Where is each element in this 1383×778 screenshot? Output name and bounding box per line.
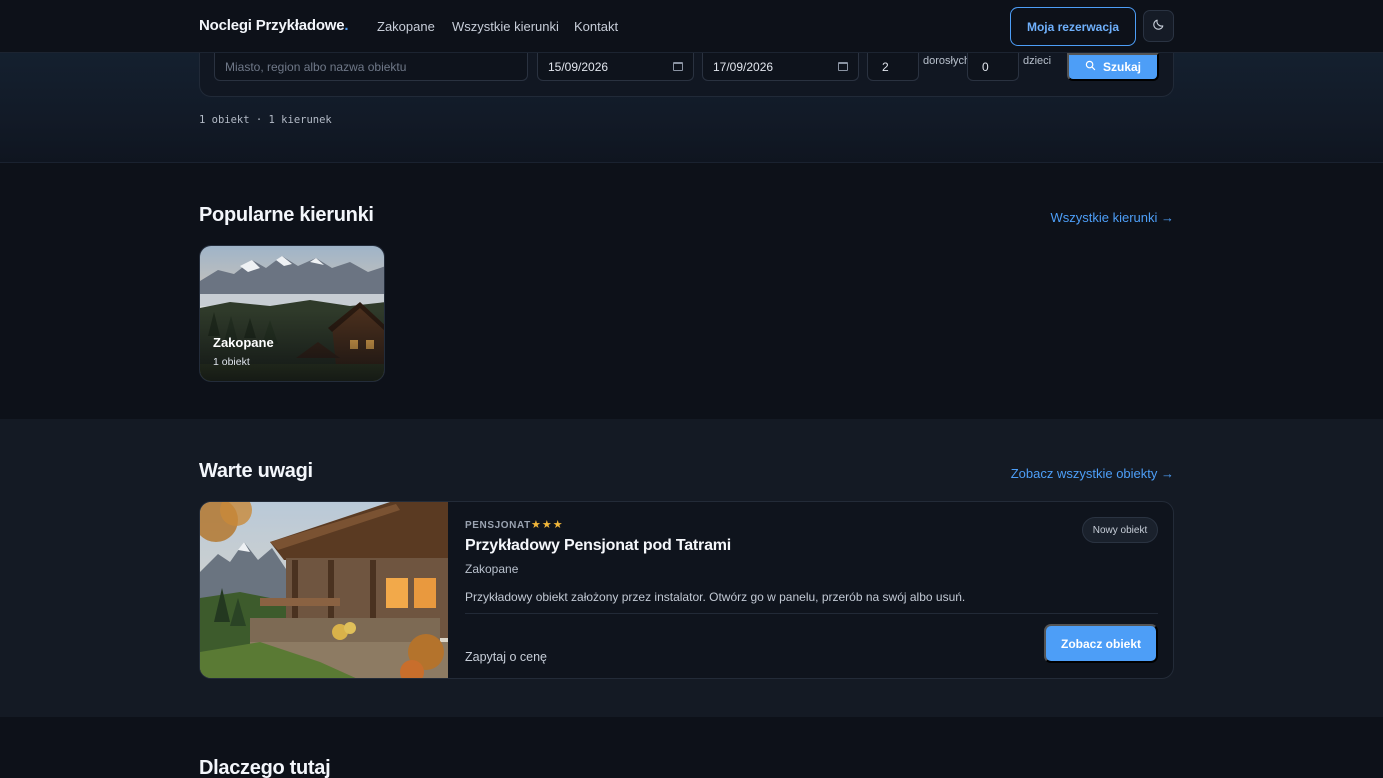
theme-toggle-button[interactable] — [1143, 10, 1174, 42]
destination-card[interactable]: Zakopane 1 obiekt — [199, 245, 385, 382]
property-type: PENSJONAT — [465, 520, 531, 531]
my-reservation-button[interactable]: Moja rezerwacja — [1010, 7, 1136, 46]
check-in-date-input[interactable]: 15/09/2026 — [537, 53, 694, 81]
calendar-icon — [838, 62, 848, 71]
nav-link-contact[interactable]: Kontakt — [574, 19, 618, 34]
new-property-badge: Nowy obiekt — [1082, 517, 1158, 543]
top-navigation: Noclegi Przykładowe. Zakopane Wszystkie … — [0, 0, 1383, 53]
property-card: PENSJONAT ★★★ Przykładowy Pensjonat pod … — [199, 501, 1174, 679]
location-input[interactable]: Miasto, region albo nazwa obiektu — [214, 53, 528, 81]
card-divider — [465, 613, 1158, 614]
why-section: Dlaczego tutaj — [0, 717, 1383, 778]
property-name[interactable]: Przykładowy Pensjonat pod Tatrami — [465, 537, 731, 555]
star-rating: ★★★ — [531, 519, 564, 531]
popular-destinations-section: Popularne kierunki Wszystkie kierunki → — [0, 163, 1383, 419]
results-summary: 1 obiekt · 1 kierunek — [199, 114, 332, 126]
section-title-popular: Popularne kierunki — [199, 204, 374, 226]
destination-count: 1 obiekt — [213, 356, 250, 368]
search-button[interactable]: Szukaj — [1067, 53, 1159, 81]
featured-section: Warte uwagi Zobacz wszystkie obiekty → P… — [0, 419, 1383, 717]
moon-icon — [1152, 18, 1165, 34]
view-property-button[interactable]: Zobacz obiekt — [1044, 624, 1158, 663]
nav-link-zakopane[interactable]: Zakopane — [377, 19, 435, 34]
all-destinations-link[interactable]: Wszystkie kierunki → — [1050, 210, 1174, 225]
nav-link-all-destinations[interactable]: Wszystkie kierunki — [452, 19, 559, 34]
adults-label: dorosłych — [923, 55, 971, 67]
section-title-why: Dlaczego tutaj — [199, 757, 331, 778]
search-form: Miasto, region albo nazwa obiektu 15/09/… — [199, 53, 1174, 97]
check-out-value: 17/09/2026 — [713, 59, 774, 74]
property-image[interactable] — [200, 502, 448, 679]
search-icon — [1085, 60, 1096, 74]
check-in-value: 15/09/2026 — [548, 59, 609, 74]
brand-logo[interactable]: Noclegi Przykładowe. — [199, 17, 349, 34]
children-label: dzieci — [1023, 55, 1052, 67]
destination-name: Zakopane — [213, 335, 274, 350]
property-description: Przykładowy obiekt założony przez instal… — [465, 590, 966, 604]
brand-name: Noclegi Przykładowe — [199, 17, 345, 34]
calendar-icon — [673, 62, 683, 71]
children-input[interactable]: 0 — [967, 53, 1019, 81]
property-city: Zakopane — [465, 562, 519, 576]
section-title-featured: Warte uwagi — [199, 460, 313, 482]
search-hero: Miasto, region albo nazwa obiektu 15/09/… — [0, 53, 1383, 163]
adults-input[interactable]: 2 — [867, 53, 919, 81]
price-on-request: Zapytaj o cenę — [465, 650, 547, 664]
search-button-label: Szukaj — [1102, 60, 1141, 74]
all-properties-link[interactable]: Zobacz wszystkie obiekty → — [1011, 466, 1174, 481]
check-out-date-input[interactable]: 17/09/2026 — [702, 53, 859, 81]
brand-dot: . — [344, 17, 349, 34]
